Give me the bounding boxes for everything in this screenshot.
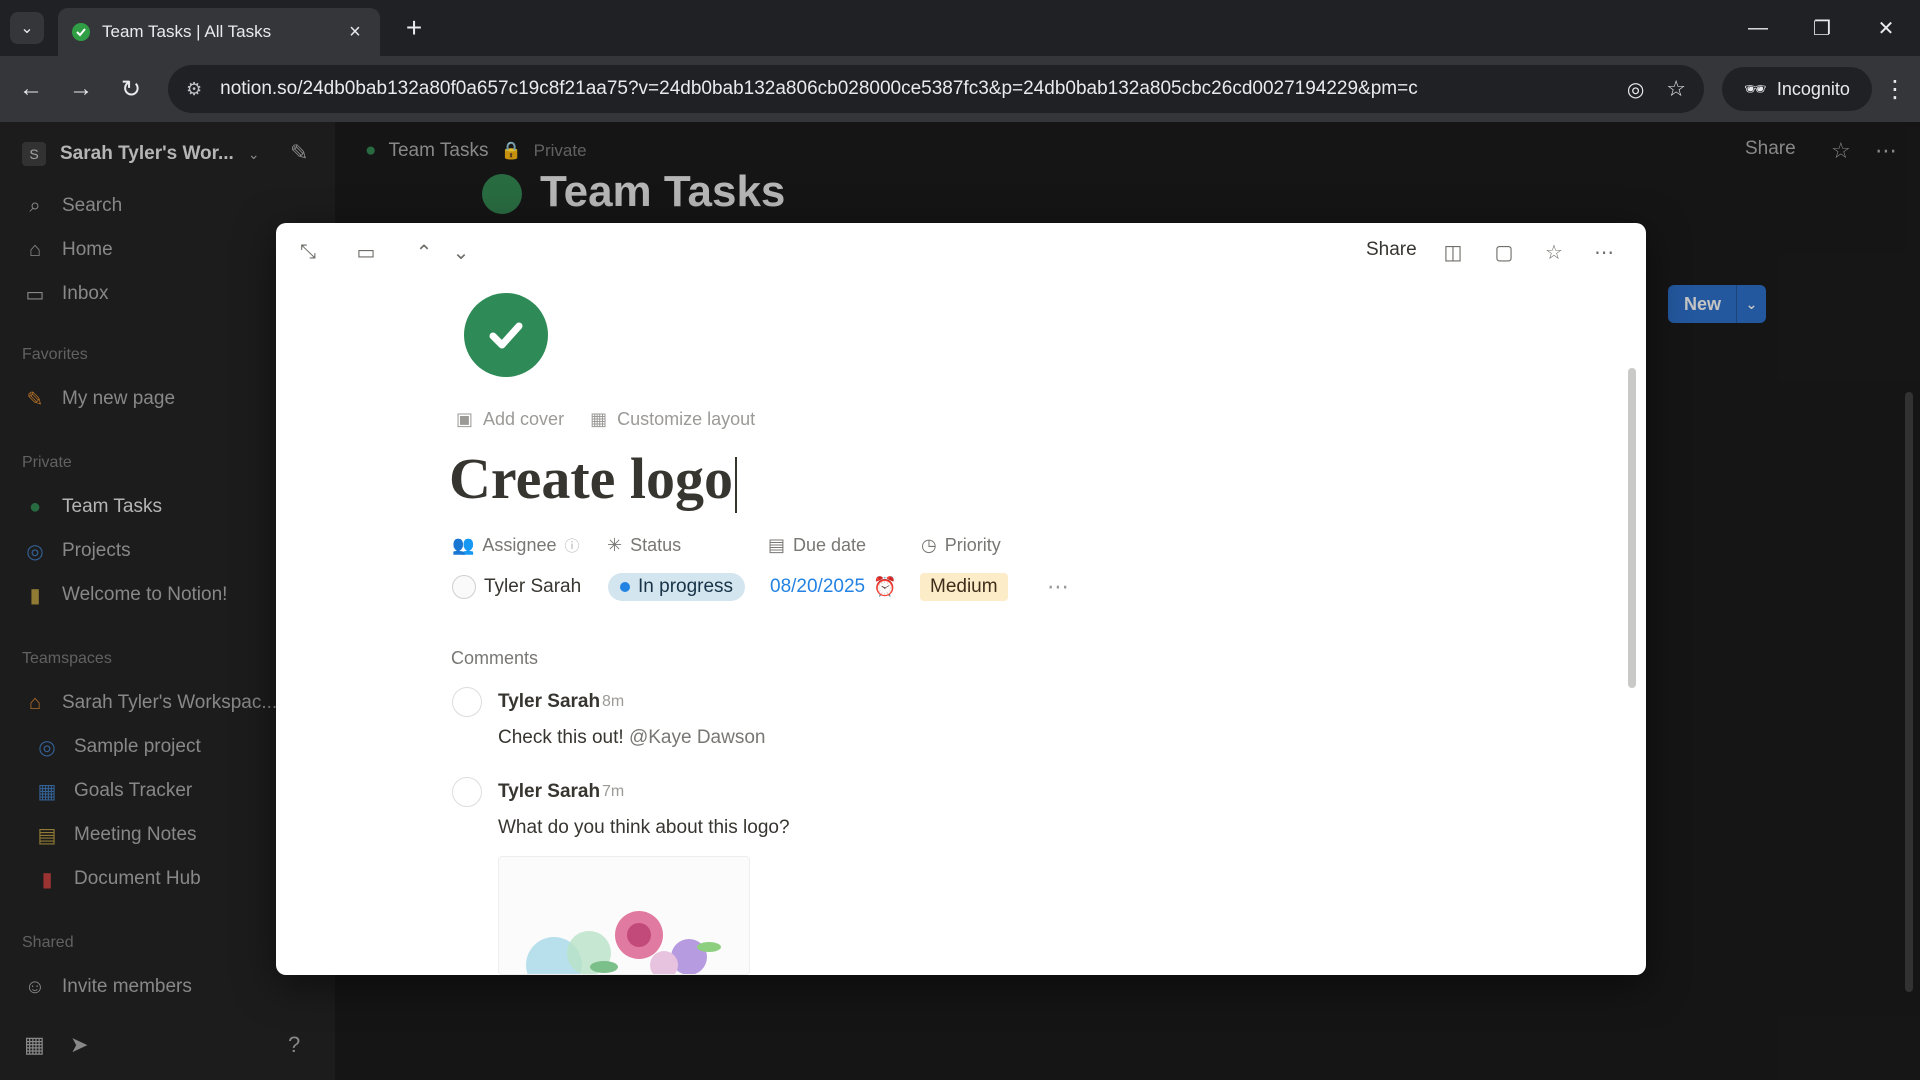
reload-icon[interactable]: ↻ <box>112 70 150 108</box>
comment-text: Check this out! <box>498 727 624 748</box>
comment-icon[interactable]: ▢ <box>1487 235 1521 269</box>
mention-link[interactable]: @Kaye Dawson <box>629 727 766 748</box>
screen: ⌄ Team Tasks | All Tasks × + — ❐ ✕ ← → ↻… <box>0 0 1920 1080</box>
status-badge: In progress <box>608 573 746 601</box>
assignee-header[interactable]: 👥 Assignee ⓘ <box>452 535 580 556</box>
comment-time: 8m <box>602 693 625 710</box>
comments-header: Comments <box>451 648 539 668</box>
customize-layout-label: Customize layout <box>617 409 756 429</box>
avatar <box>452 687 482 717</box>
more-properties-icon[interactable]: ⋯ <box>1047 571 1069 603</box>
comment-author: Tyler Sarah <box>498 691 601 712</box>
incognito-badge[interactable]: 🕶 Incognito <box>1722 67 1872 111</box>
comment-body[interactable]: What do you think about this logo? <box>498 817 790 839</box>
image-icon: ▣ <box>456 409 474 429</box>
url-text: notion.so/24db0bab132a80f0a657c19c8f21aa… <box>220 78 1418 99</box>
chevron-down-icon: ⌄ <box>20 20 34 37</box>
due-date-text: 08/20/2025 <box>770 576 866 597</box>
due-date-label: Due date <box>793 535 867 555</box>
side-peek-icon[interactable]: ◫ <box>1436 235 1470 269</box>
task-title-text: Create logo <box>449 446 733 511</box>
expand-icon[interactable]: ⤡ <box>291 235 325 269</box>
minimize-icon[interactable]: — <box>1728 8 1788 48</box>
new-tab-button[interactable]: + <box>398 12 430 44</box>
priority-icon: ◷ <box>921 535 937 555</box>
comment-time: 7m <box>602 783 625 800</box>
modal-toolbar: ⤡ ▭ ⌃ ⌄ Share ◫ ▢ ☆ ⋯ <box>276 223 1646 279</box>
window-close-icon[interactable]: ✕ <box>1856 8 1916 48</box>
back-icon[interactable]: ← <box>12 70 50 108</box>
assignee-name: Tyler Sarah <box>484 576 582 597</box>
modal-scrollbar[interactable] <box>1628 368 1636 688</box>
more-options-icon[interactable]: ⋯ <box>1587 235 1621 269</box>
address-bar[interactable]: ⚙ notion.so/24db0bab132a80f0a657c19c8f21… <box>168 65 1704 113</box>
assignee-value[interactable]: Tyler Sarah <box>452 571 581 603</box>
layout-icon: ▦ <box>590 409 608 429</box>
logo-attachment-image[interactable] <box>498 856 750 975</box>
browser-toolbar: ← → ↻ ⚙ notion.so/24db0bab132a80f0a657c1… <box>0 56 1920 122</box>
modal-share-button[interactable]: Share <box>1366 239 1417 261</box>
restore-icon[interactable]: ❐ <box>1792 8 1852 48</box>
notion-favicon-icon <box>72 23 90 41</box>
forward-icon[interactable]: → <box>62 70 100 108</box>
view-mode-icon[interactable]: ▭ <box>349 235 383 269</box>
task-modal: ⤡ ▭ ⌃ ⌄ Share ◫ ▢ ☆ ⋯ ▣ Add cover ▦ Custom… <box>276 223 1646 975</box>
status-label: Status <box>630 535 682 555</box>
customize-layout-button[interactable]: ▦ Customize layout <box>590 409 755 430</box>
incognito-icon: 🕶 <box>1744 78 1767 99</box>
page-check-icon[interactable] <box>464 293 548 377</box>
tab-search-button[interactable]: ⌄ <box>10 12 44 44</box>
browser-menu-icon[interactable]: ⋮ <box>1876 70 1914 108</box>
alarm-icon: ⏰ <box>873 577 897 598</box>
priority-label: Priority <box>944 535 1001 555</box>
task-title[interactable]: Create logo <box>449 445 737 513</box>
browser-tab-bar: ⌄ Team Tasks | All Tasks × + — ❐ ✕ <box>0 0 1920 56</box>
status-value[interactable]: In progress <box>608 571 746 603</box>
assignee-label: Assignee <box>482 535 557 555</box>
add-cover-button[interactable]: ▣ Add cover <box>456 409 564 430</box>
priority-header[interactable]: ◷ Priority <box>921 535 1001 556</box>
site-settings-icon[interactable]: ⚙ <box>186 79 202 100</box>
calendar-icon: ▤ <box>768 535 786 555</box>
text-caret <box>735 456 737 513</box>
chevron-up-icon[interactable]: ⌃ <box>407 235 441 269</box>
tab-title: Team Tasks | All Tasks <box>102 22 272 41</box>
avatar <box>452 575 476 599</box>
add-cover-label: Add cover <box>483 409 565 429</box>
due-date-value[interactable]: 08/20/2025 ⏰ <box>770 571 897 603</box>
status-icon: ✳ <box>607 535 623 555</box>
page-header-actions: ▣ Add cover ▦ Customize layout <box>456 409 755 430</box>
status-dot <box>620 582 630 592</box>
close-icon[interactable]: × <box>344 21 366 44</box>
status-header[interactable]: ✳ Status <box>607 535 681 556</box>
chevron-down-icon[interactable]: ⌄ <box>444 235 478 269</box>
info-icon: ⓘ <box>564 538 580 555</box>
comment-body[interactable]: Check this out! @Kaye Dawson <box>498 727 765 749</box>
due-date-header[interactable]: ▤ Due date <box>768 535 866 556</box>
notion-app: S Sarah Tyler's Wor... ⌄ ✎ ⌕ Search ⌂ Home… <box>0 122 1920 1080</box>
priority-value[interactable]: Medium <box>920 571 1008 603</box>
bookmark-star-icon[interactable]: ☆ <box>1666 76 1686 102</box>
priority-badge: Medium <box>920 573 1008 601</box>
incognito-label: Incognito <box>1776 78 1850 99</box>
people-icon: 👥 <box>452 535 475 555</box>
eye-off-icon[interactable]: ◎ <box>1627 77 1644 102</box>
comment-author: Tyler Sarah <box>498 781 601 802</box>
favorite-star-icon[interactable]: ☆ <box>1537 235 1571 269</box>
status-text: In progress <box>638 576 734 597</box>
browser-tab[interactable]: Team Tasks | All Tasks × <box>58 8 380 56</box>
avatar <box>452 777 482 807</box>
